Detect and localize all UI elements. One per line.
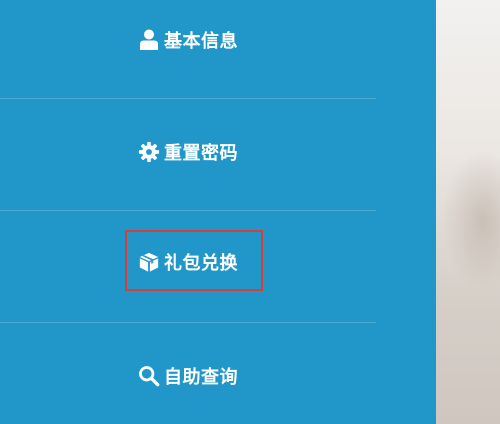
gear-icon <box>138 141 160 163</box>
side-menu: 基本信息 重置密码 礼包兑换 自助查询 <box>0 0 436 424</box>
menu-item-self-service-query[interactable]: 自助查询 <box>0 356 376 396</box>
menu-divider <box>0 322 376 323</box>
menu-item-label: 礼包兑换 <box>164 253 238 274</box>
search-icon <box>138 365 160 387</box>
menu-item-basic-info[interactable]: 基本信息 <box>0 20 376 60</box>
menu-item-gift-redeem[interactable]: 礼包兑换 <box>0 242 376 282</box>
menu-item-label: 基本信息 <box>164 31 238 52</box>
gift-box-icon <box>138 251 160 273</box>
user-icon <box>138 29 160 51</box>
menu-divider <box>0 210 376 211</box>
background-content-area <box>436 0 500 424</box>
menu-item-label: 重置密码 <box>164 143 238 164</box>
menu-item-reset-password[interactable]: 重置密码 <box>0 132 376 172</box>
menu-item-label: 自助查询 <box>164 367 238 388</box>
menu-divider <box>0 98 376 99</box>
